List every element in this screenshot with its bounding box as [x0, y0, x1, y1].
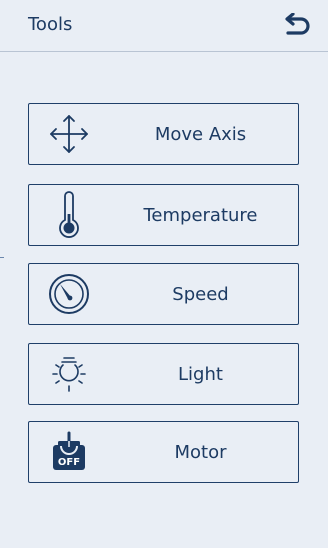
- back-button[interactable]: [280, 10, 314, 42]
- light-bulb-icon: [52, 357, 86, 392]
- motor-button[interactable]: OFF Motor: [28, 421, 299, 483]
- header-bar: Tools: [0, 0, 328, 52]
- motor-off-icon-text: OFF: [58, 457, 80, 468]
- move-axis-icon: [50, 115, 88, 153]
- light-label: Light: [178, 363, 223, 385]
- light-button[interactable]: Light: [28, 343, 299, 405]
- speed-button[interactable]: Speed: [28, 263, 299, 325]
- page-title: Tools: [28, 14, 73, 35]
- move-axis-button[interactable]: Move Axis: [28, 103, 299, 165]
- speed-label: Speed: [172, 283, 229, 305]
- thermometer-icon: [59, 191, 79, 238]
- temperature-label: Temperature: [143, 204, 258, 226]
- speedometer-icon: [49, 274, 89, 314]
- move-axis-label: Move Axis: [154, 123, 247, 145]
- motor-label: Motor: [174, 441, 227, 463]
- back-arrow-icon: [285, 13, 310, 35]
- edge-marker: [0, 257, 4, 258]
- temperature-button[interactable]: Temperature: [28, 184, 299, 246]
- motor-off-icon: OFF: [53, 431, 85, 470]
